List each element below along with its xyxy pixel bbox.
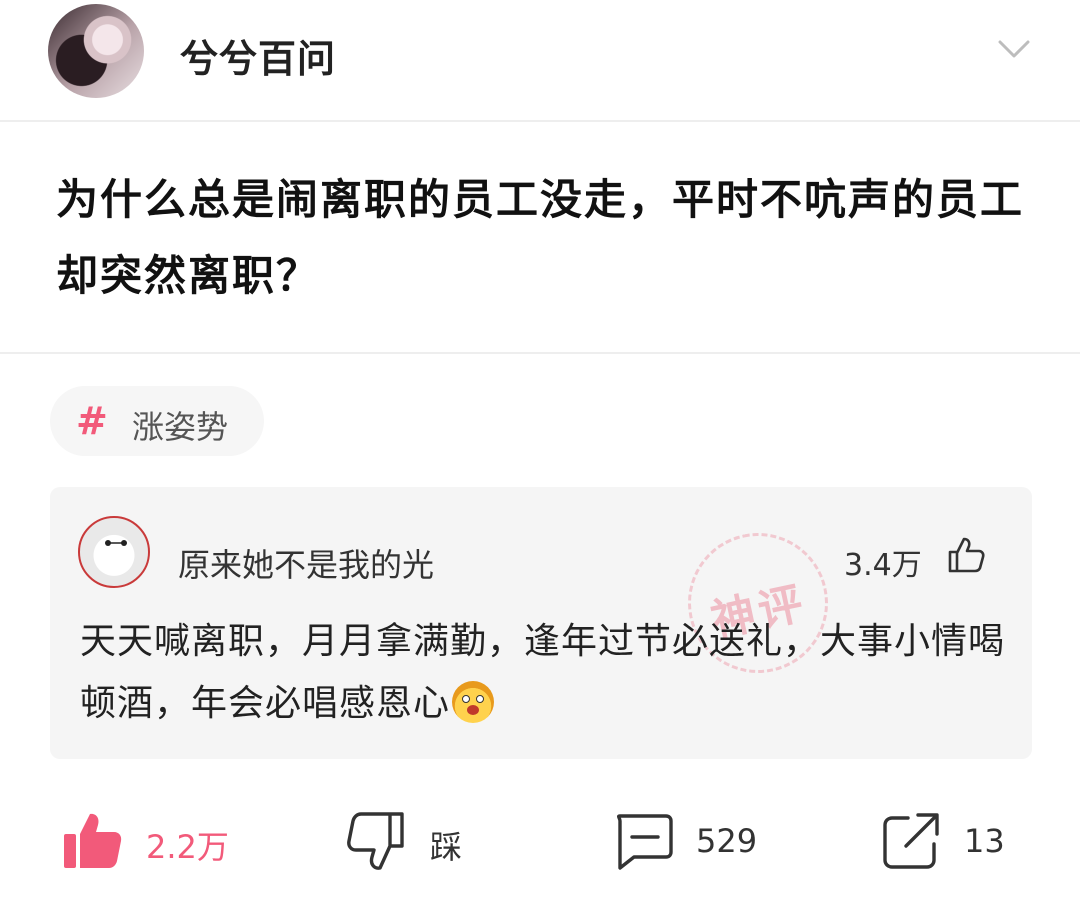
topic-tag-label: 涨姿势: [132, 408, 229, 446]
hash-icon: #: [76, 399, 108, 443]
commenter-avatar[interactable]: [78, 516, 150, 588]
author-name[interactable]: 兮兮百问: [180, 28, 336, 83]
author-avatar[interactable]: [48, 4, 144, 98]
question-title-box: 为什么总是闹离职的员工没走，平时不吭声的员工却突然离职？: [0, 120, 1080, 354]
chevron-down-icon[interactable]: [994, 32, 1034, 68]
comment-text: 天天喊离职，月月拿满勤，逢年过节必送礼，大事小情喝顿酒，年会必唱感恩心: [80, 621, 1006, 724]
thumbs-up-outline-icon[interactable]: [946, 535, 986, 575]
share-count: 13: [964, 822, 1005, 860]
topic-tag[interactable]: # 涨姿势: [50, 386, 264, 456]
like-button[interactable]: 2.2万: [62, 810, 252, 874]
like-count: 2.2万: [146, 828, 229, 866]
comment-like-count: 3.4万: [844, 548, 922, 583]
troubled-emoji-icon: [452, 681, 495, 723]
action-bar: 2.2万 踩 529 13: [0, 790, 1080, 900]
comment-button[interactable]: 529: [612, 810, 772, 874]
top-comment-card[interactable]: 原来她不是我的光 神评 3.4万 天天喊离职，月月拿满勤，逢年过节必送礼，大事小…: [50, 487, 1032, 759]
commenter-name[interactable]: 原来她不是我的光: [178, 540, 434, 586]
dislike-label: 踩: [430, 828, 463, 866]
thumbs-up-filled-icon: [64, 813, 122, 868]
thumbs-down-icon: [347, 812, 404, 870]
dislike-button[interactable]: 踩: [346, 810, 486, 874]
post-header: 兮兮百问: [0, 0, 1080, 118]
comment-bubble-icon: [616, 814, 673, 870]
question-title[interactable]: 为什么总是闹离职的员工没走，平时不吭声的员工却突然离职？: [56, 162, 1056, 314]
share-button[interactable]: 13: [880, 810, 1020, 874]
share-icon: [883, 813, 939, 869]
comment-count: 529: [696, 822, 758, 860]
